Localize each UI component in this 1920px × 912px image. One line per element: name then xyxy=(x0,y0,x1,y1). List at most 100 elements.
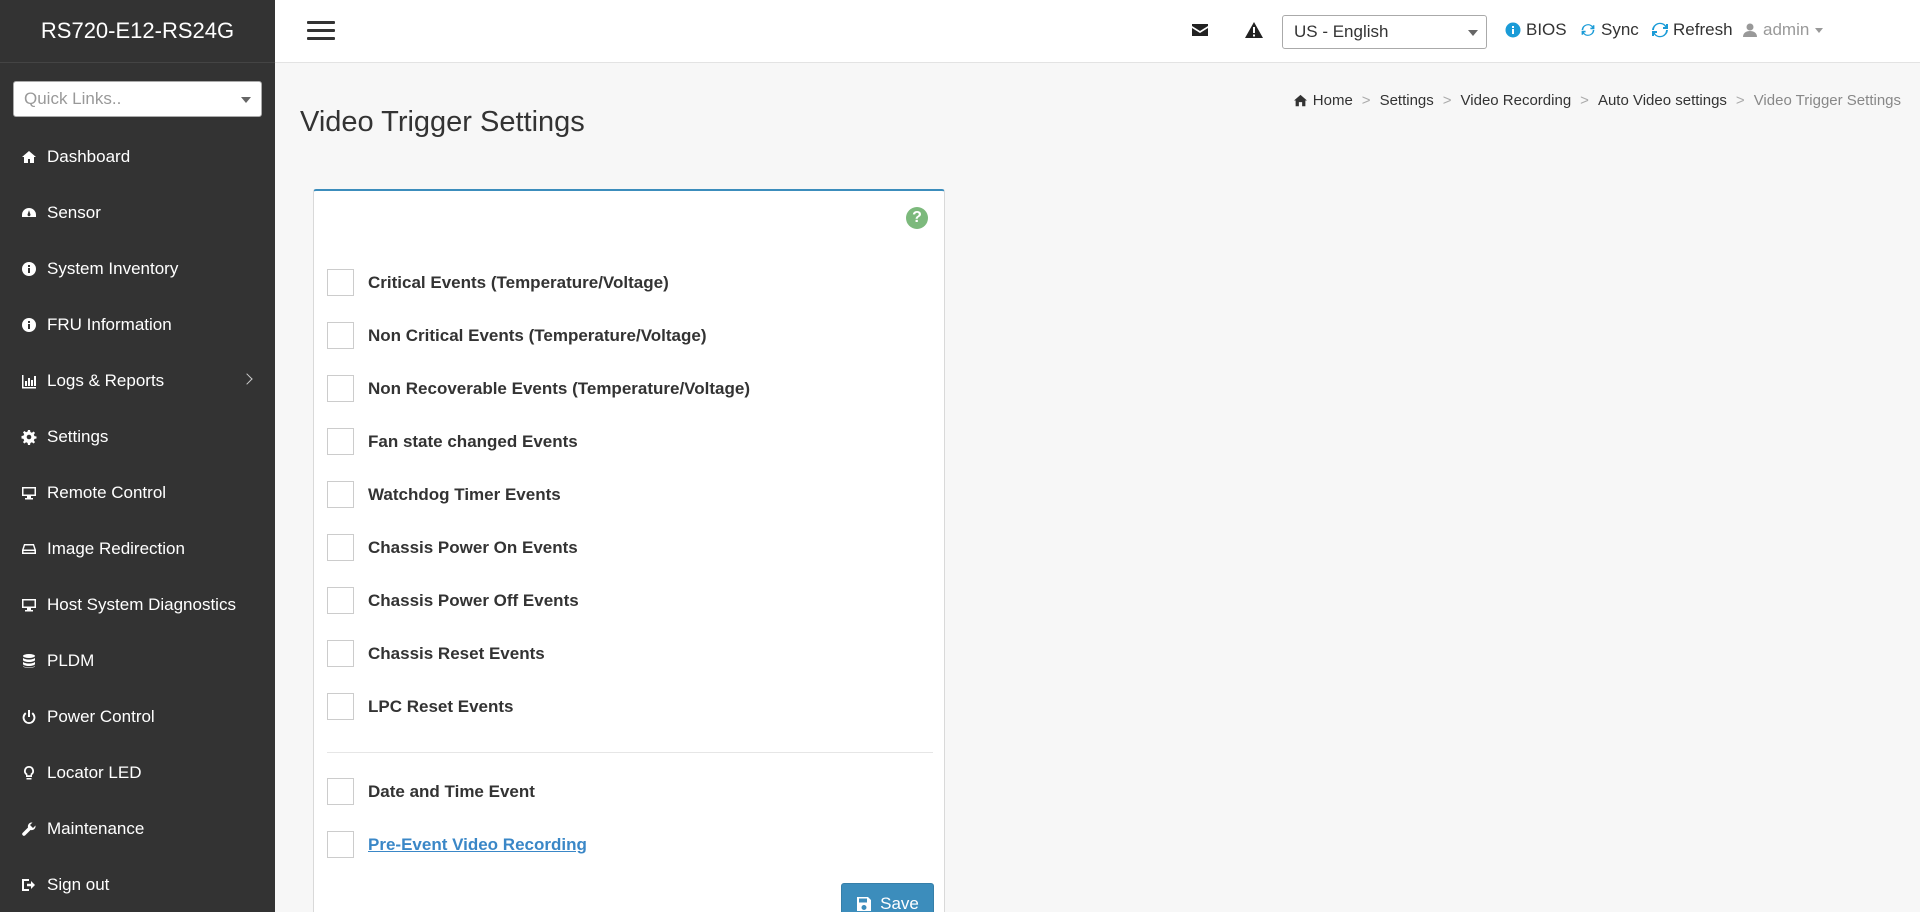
sidebar-item-label: Dashboard xyxy=(47,147,131,166)
sidebar-item-label: Host System Diagnostics xyxy=(47,595,236,614)
sidebar-item-locator-led[interactable]: Locator LED xyxy=(0,745,275,801)
save-label: Save xyxy=(880,894,919,912)
non-critical-events-checkbox[interactable] xyxy=(327,322,354,349)
language-select[interactable]: US - English xyxy=(1282,15,1487,49)
gear-icon xyxy=(18,428,40,446)
option-lpc-reset-events[interactable]: LPC Reset Events xyxy=(327,693,514,720)
option-fan-state-events[interactable]: Fan state changed Events xyxy=(327,428,578,455)
save-button[interactable]: Save xyxy=(841,883,934,912)
tachometer-icon xyxy=(18,204,40,222)
sidebar-item-dashboard[interactable]: Dashboard xyxy=(0,129,275,185)
breadcrumb-video-recording[interactable]: Video Recording xyxy=(1461,92,1572,109)
breadcrumb-separator: > xyxy=(1735,92,1745,109)
info-circle-icon xyxy=(18,316,40,334)
power-on-events-checkbox[interactable] xyxy=(327,534,354,561)
quick-links-select[interactable]: Quick Links.. xyxy=(13,81,262,117)
sidebar-item-system-inventory[interactable]: System Inventory xyxy=(0,241,275,297)
sidebar-nav: Dashboard Sensor System Inventory FRU In… xyxy=(0,129,275,912)
breadcrumb-settings[interactable]: Settings xyxy=(1380,92,1434,109)
sidebar: RS720-E12-RS24G Quick Links.. Dashboard … xyxy=(0,0,275,912)
sidebar-item-settings[interactable]: Settings xyxy=(0,409,275,465)
pre-event-recording-link[interactable]: Pre-Event Video Recording xyxy=(368,835,587,855)
lpc-reset-events-checkbox[interactable] xyxy=(327,693,354,720)
warning-icon xyxy=(1244,22,1264,44)
sidebar-item-logs-reports[interactable]: Logs & Reports xyxy=(0,353,275,409)
sidebar-item-sensor[interactable]: Sensor xyxy=(0,185,275,241)
sidebar-item-label: Sensor xyxy=(47,203,101,222)
date-time-event-checkbox[interactable] xyxy=(327,778,354,805)
top-bar: US - English BIOS Sync Refresh admin xyxy=(275,0,1920,63)
page-title: Video Trigger Settings xyxy=(300,106,585,138)
chassis-reset-events-checkbox[interactable] xyxy=(327,640,354,667)
sidebar-item-label: Power Control xyxy=(47,707,155,726)
sidebar-item-label: Settings xyxy=(47,427,109,446)
dashboard-icon xyxy=(18,148,40,166)
option-non-recoverable-events[interactable]: Non Recoverable Events (Temperature/Volt… xyxy=(327,375,750,402)
option-power-on-events[interactable]: Chassis Power On Events xyxy=(327,534,578,561)
power-off-events-checkbox[interactable] xyxy=(327,587,354,614)
desktop-icon xyxy=(18,596,40,614)
sidebar-item-sign-out[interactable]: Sign out xyxy=(0,857,275,912)
sidebar-item-host-system-diagnostics[interactable]: Host System Diagnostics xyxy=(0,577,275,633)
option-chassis-reset-events[interactable]: Chassis Reset Events xyxy=(327,640,545,667)
option-non-critical-events[interactable]: Non Critical Events (Temperature/Voltage… xyxy=(327,322,707,349)
option-power-off-events[interactable]: Chassis Power Off Events xyxy=(327,587,579,614)
sidebar-item-maintenance[interactable]: Maintenance xyxy=(0,801,275,857)
option-date-time-event[interactable]: Date and Time Event xyxy=(327,778,535,805)
refresh-link[interactable]: Refresh xyxy=(1652,20,1733,40)
help-icon[interactable]: ? xyxy=(906,207,928,229)
save-icon xyxy=(856,896,880,912)
chevron-down-icon xyxy=(1815,27,1824,33)
sidebar-item-label: PLDM xyxy=(47,651,95,670)
sidebar-item-remote-control[interactable]: Remote Control xyxy=(0,465,275,521)
alerts-button[interactable] xyxy=(1244,20,1266,42)
messages-button[interactable] xyxy=(1190,20,1212,42)
option-label: Non Recoverable Events (Temperature/Volt… xyxy=(368,378,750,398)
user-icon xyxy=(1742,22,1758,38)
bios-label: BIOS xyxy=(1526,20,1567,39)
brand-title: RS720-E12-RS24G xyxy=(0,0,275,63)
sidebar-item-label: Maintenance xyxy=(47,819,145,838)
bios-link[interactable]: BIOS xyxy=(1505,20,1567,40)
breadcrumb-separator: > xyxy=(1361,92,1371,109)
option-watchdog-events[interactable]: Watchdog Timer Events xyxy=(327,481,561,508)
sidebar-item-label: Sign out xyxy=(47,875,110,894)
envelope-icon xyxy=(1190,24,1210,44)
breadcrumb: Home > Settings > Video Recording > Auto… xyxy=(1293,92,1901,109)
sidebar-item-fru-information[interactable]: FRU Information xyxy=(0,297,275,353)
hamburger-line xyxy=(307,29,335,32)
sidebar-item-label: Logs & Reports xyxy=(47,371,165,390)
hdd-icon xyxy=(18,540,40,558)
language-value: US - English xyxy=(1294,22,1389,41)
breadcrumb-home[interactable]: Home xyxy=(1313,92,1353,109)
non-recoverable-events-checkbox[interactable] xyxy=(327,375,354,402)
menu-toggle-button[interactable] xyxy=(307,21,335,41)
option-label: Non Critical Events (Temperature/Voltage… xyxy=(368,325,707,345)
breadcrumb-auto-video-settings[interactable]: Auto Video settings xyxy=(1598,92,1727,109)
option-critical-events[interactable]: Critical Events (Temperature/Voltage) xyxy=(327,269,669,296)
bar-chart-icon xyxy=(18,372,40,390)
desktop-icon xyxy=(18,484,40,502)
option-label: Date and Time Event xyxy=(368,781,535,801)
option-label: LPC Reset Events xyxy=(368,696,514,716)
fan-state-events-checkbox[interactable] xyxy=(327,428,354,455)
chevron-down-icon xyxy=(1468,30,1478,36)
option-pre-event-recording[interactable]: Pre-Event Video Recording xyxy=(327,831,587,858)
quick-links-placeholder: Quick Links.. xyxy=(24,89,122,108)
sync-icon xyxy=(1580,22,1596,38)
critical-events-checkbox[interactable] xyxy=(327,269,354,296)
sidebar-item-image-redirection[interactable]: Image Redirection xyxy=(0,521,275,577)
pre-event-recording-checkbox[interactable] xyxy=(327,831,354,858)
sign-out-icon xyxy=(18,876,40,894)
option-label: Fan state changed Events xyxy=(368,431,578,451)
breadcrumb-separator: > xyxy=(1580,92,1589,109)
sync-link[interactable]: Sync xyxy=(1580,20,1639,40)
chevron-down-icon xyxy=(241,97,251,103)
breadcrumb-current: Video Trigger Settings xyxy=(1753,92,1901,109)
sidebar-item-power-control[interactable]: Power Control xyxy=(0,689,275,745)
watchdog-events-checkbox[interactable] xyxy=(327,481,354,508)
sidebar-item-label: Image Redirection xyxy=(47,539,185,558)
lightbulb-icon xyxy=(18,764,40,782)
sidebar-item-pldm[interactable]: PLDM xyxy=(0,633,275,689)
user-menu[interactable]: admin xyxy=(1742,20,1824,40)
